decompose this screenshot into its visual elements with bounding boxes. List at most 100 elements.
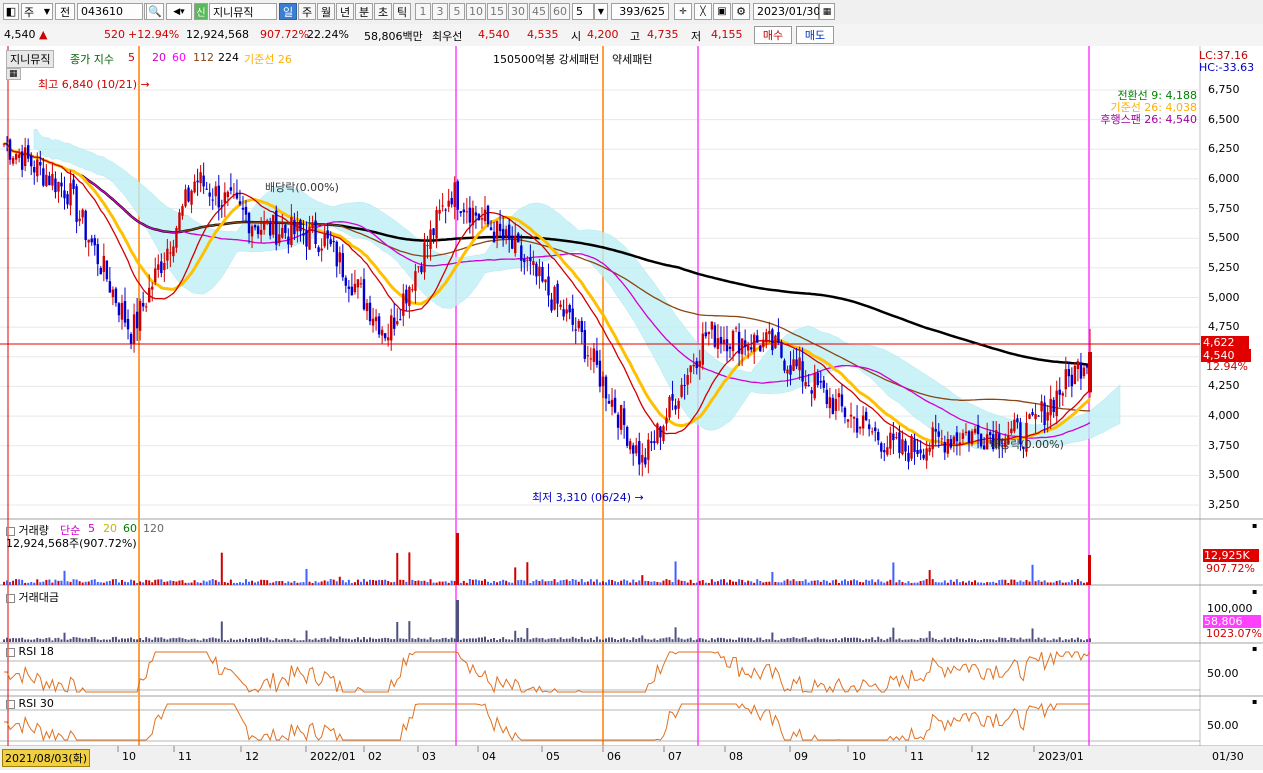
volume-bar: [211, 579, 214, 585]
volume-value: 12,924,568: [186, 28, 249, 41]
close-panel-icon[interactable]: ▪: [1252, 587, 1257, 596]
candle-body: [259, 229, 263, 235]
period-minute-tab[interactable]: 분: [355, 3, 373, 20]
candle-body: [220, 205, 224, 207]
volume-bar: [680, 580, 683, 585]
amount-bar: [117, 639, 120, 642]
rsi30-checkbox[interactable]: [6, 699, 15, 709]
amount-bar: [163, 638, 166, 642]
tick-button-60[interactable]: 60: [550, 3, 570, 20]
amount-bar: [90, 637, 93, 642]
search-icon[interactable]: 🔍: [146, 3, 164, 20]
volume-bar: [659, 582, 662, 585]
volume-bar: [33, 582, 36, 585]
volume-bar: [145, 579, 148, 585]
sell-button[interactable]: 매도: [796, 26, 834, 44]
amount-bar: [846, 637, 849, 642]
amount-bar: [1055, 639, 1058, 642]
crosshair-icon[interactable]: ✛: [674, 3, 692, 20]
draw-tool-icon[interactable]: ╳: [694, 3, 712, 20]
volume-bar: [995, 582, 998, 585]
amount-bar: [202, 638, 205, 642]
candle-body: [211, 199, 214, 201]
volume-bar: [850, 580, 853, 585]
amount-bar: [350, 639, 353, 642]
code-input[interactable]: 043610: [77, 3, 143, 20]
period-second-tab[interactable]: 초: [374, 3, 392, 20]
amount-bar: [892, 627, 895, 642]
period-week-tab[interactable]: 주: [298, 3, 316, 20]
amount-checkbox[interactable]: [6, 593, 15, 603]
period-day-tab[interactable]: 일: [279, 3, 297, 20]
period-year-tab[interactable]: 년: [336, 3, 354, 20]
amount-panel-title: 거래대금: [6, 589, 59, 605]
tick-button-45[interactable]: 45: [529, 3, 549, 20]
candle-body: [976, 424, 980, 435]
amount-bar: [677, 637, 680, 642]
tick-button-3[interactable]: 3: [432, 3, 448, 20]
speaker-icon[interactable]: ◀▾: [166, 3, 192, 20]
tick-button-15[interactable]: 15: [487, 3, 507, 20]
amount-bar: [1070, 638, 1073, 642]
candle-body: [804, 382, 807, 387]
period-month-tab[interactable]: 월: [317, 3, 335, 20]
save-icon[interactable]: ▣: [713, 3, 731, 20]
volume-bar: [565, 579, 568, 585]
close-panel-icon[interactable]: ▪: [1252, 697, 1257, 706]
candle-body: [160, 261, 163, 274]
x-tick-label: 12: [976, 750, 990, 763]
candle-body: [27, 145, 30, 159]
interval-input[interactable]: 5: [572, 3, 594, 20]
date-input[interactable]: 2023/01/30: [753, 3, 820, 20]
period-tick-tab[interactable]: 틱: [393, 3, 411, 20]
prev-button[interactable]: 전: [55, 3, 75, 20]
amount-bar: [60, 639, 63, 642]
candle-body: [411, 289, 414, 291]
grid-toggle-icon[interactable]: ▦: [6, 68, 21, 80]
tick-button-1[interactable]: 1: [415, 3, 431, 20]
amount-bar: [744, 638, 747, 642]
amount-bar: [550, 638, 553, 642]
calendar-icon[interactable]: ▦: [819, 3, 835, 20]
volume-bar: [983, 582, 986, 585]
amount-bar: [1052, 638, 1055, 642]
chart-canvas[interactable]: [0, 46, 1263, 770]
tick-button-5[interactable]: 5: [449, 3, 465, 20]
volume-bar: [372, 580, 375, 585]
candle-body: [87, 239, 90, 243]
stock-legend-tab[interactable]: 지니뮤직: [6, 50, 55, 68]
type-select[interactable]: 주 ▼: [21, 3, 53, 20]
volume-bar: [786, 579, 789, 585]
interval-dropdown-icon[interactable]: ▼: [594, 3, 608, 20]
price-tick-label: 6,250: [1208, 142, 1240, 156]
amount-bar: [562, 638, 565, 642]
volume-bar: [502, 579, 505, 585]
amount-bar: [940, 639, 943, 642]
chart-area[interactable]: 지니뮤직 종가 지수 5 20 60 112 224 기준선 26 150500…: [0, 46, 1263, 770]
tick-button-10[interactable]: 10: [466, 3, 486, 20]
candle-body: [668, 396, 671, 418]
volume-bar: [725, 582, 728, 585]
volume-bar: [456, 533, 459, 585]
amount-bar: [317, 639, 320, 642]
amount-bar: [471, 638, 474, 642]
candle-body: [69, 183, 72, 206]
tick-label: 5: [453, 5, 461, 18]
tick-button-30[interactable]: 30: [508, 3, 528, 20]
candle-body: [338, 252, 341, 263]
rsi18-checkbox[interactable]: [6, 647, 15, 657]
volume-bar: [290, 582, 293, 585]
candle-body: [344, 277, 348, 286]
buy-button[interactable]: 매수: [754, 26, 792, 44]
stock-name-field[interactable]: 지니뮤직: [209, 3, 277, 20]
close-panel-icon[interactable]: ▪: [1252, 521, 1257, 530]
amount-bar: [441, 638, 444, 642]
amount-bar: [1013, 638, 1016, 642]
candle-body: [762, 339, 765, 347]
close-panel-icon[interactable]: ▪: [1252, 644, 1257, 653]
settings-gear-icon[interactable]: ⚙: [732, 3, 750, 20]
chart-menu-icon[interactable]: ◧: [3, 3, 19, 20]
volume-bar: [108, 580, 111, 585]
amount-bar: [148, 638, 151, 642]
volume-bar: [1025, 580, 1028, 585]
